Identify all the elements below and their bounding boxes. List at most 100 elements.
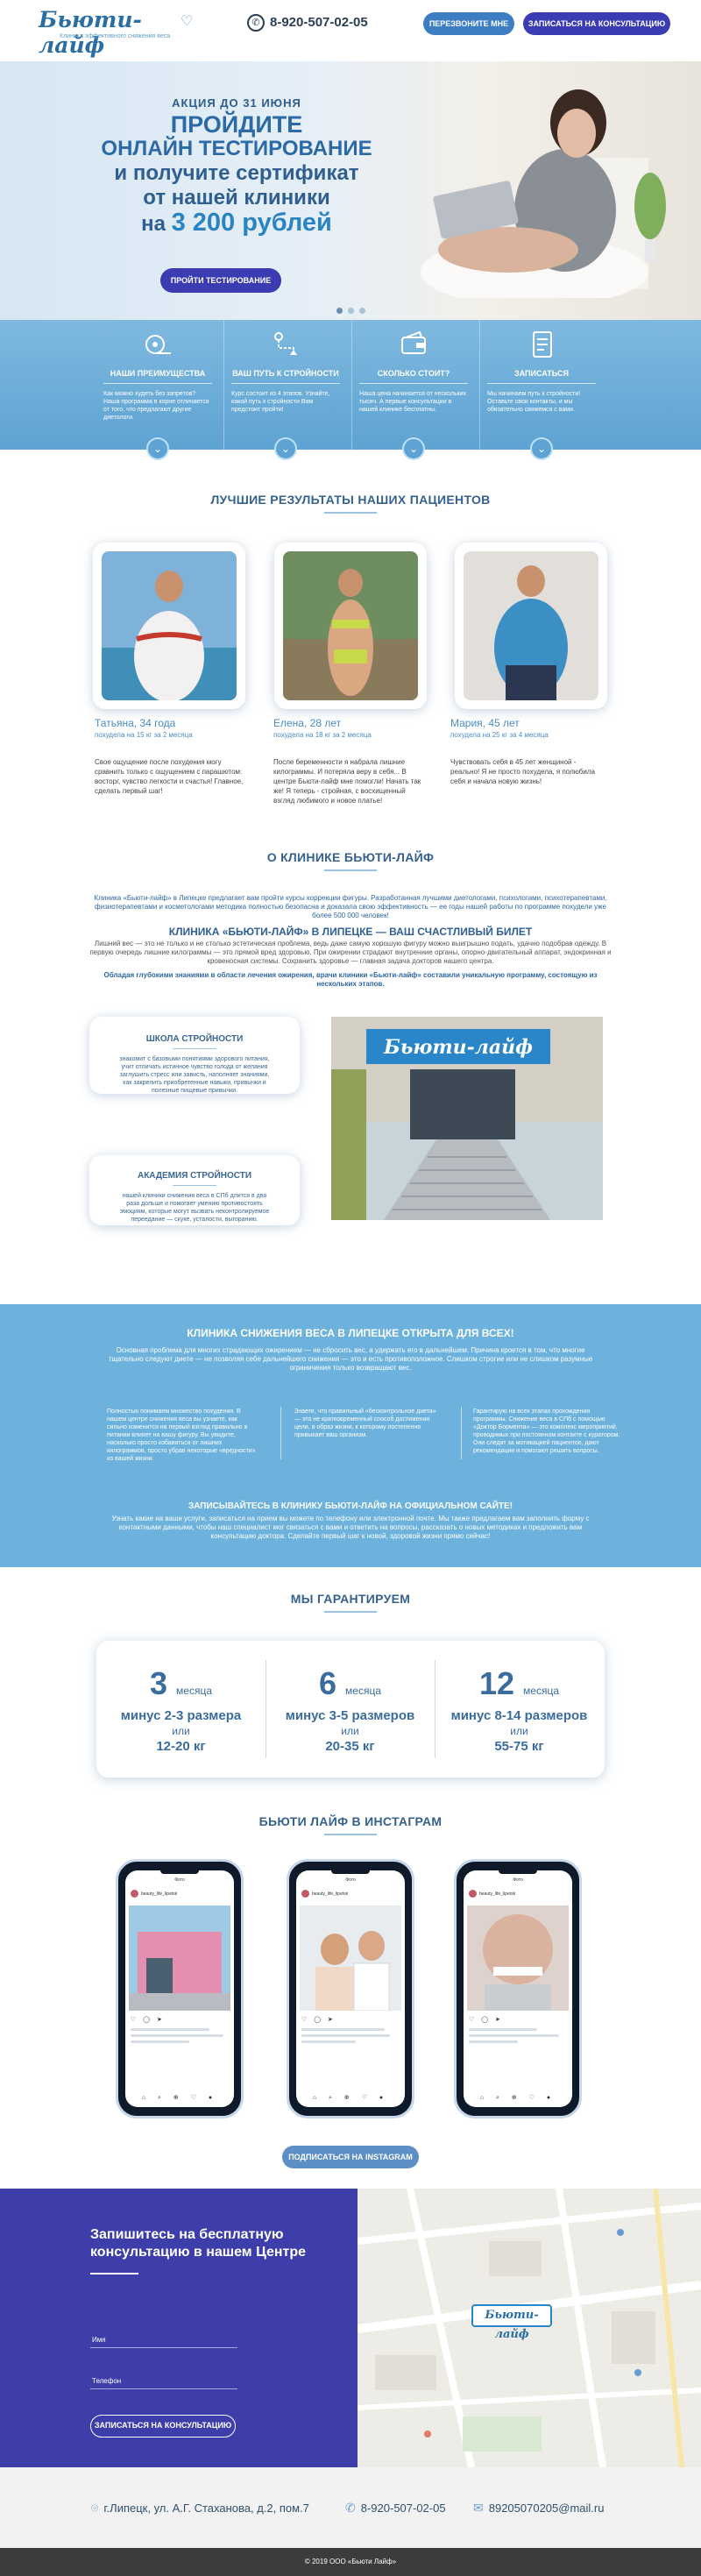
post-actions[interactable]: ♡ ◯ ➤ <box>469 2016 503 2023</box>
band-column: Знаете, что правильный «бесконтрольное д… <box>294 1409 436 1438</box>
about-title: О КЛИНИКЕ БЬЮТИ-ЛАЙФ <box>266 850 435 864</box>
slider-dot[interactable] <box>359 308 365 314</box>
result-card <box>93 543 245 709</box>
feature-text: Как можно худеть без запретов? Наша прог… <box>103 391 209 421</box>
phone-screen: Фото beauty_life_lipetsk ♡ ◯ ➤ ⌂ ⌕ ⊕ ♡ ● <box>125 1870 234 2107</box>
feature-title: НАШИ ПРЕИМУЩЕСТВА <box>110 369 206 378</box>
logo-tagline: Клиника эффективного снижения веса <box>60 33 171 39</box>
guarantee-number: 12 <box>478 1665 515 1701</box>
divider <box>173 1185 216 1186</box>
divider <box>461 1407 462 1459</box>
feature-item[interactable]: ВАШ ПУТЬ К СТРОЙНОСТИ Курс состоит из 4 … <box>224 320 347 460</box>
instagram-post[interactable]: Фото beauty_life_lipetsk ♡ ◯ ➤ ⌂ ⌕ ⊕ ♡ ● <box>454 1859 582 2118</box>
hero-line-2: ПРОЙДИТЕ <box>170 111 303 138</box>
slider-dot[interactable] <box>336 308 343 314</box>
instagram-title: БЬЮТИ ЛАЙФ В ИНСТАГРАМ <box>258 1814 443 1828</box>
instagram-post[interactable]: Фото beauty_life_lipetsk ♡ ◯ ➤ ⌂ ⌕ ⊕ ♡ ● <box>287 1859 414 2118</box>
guarantee-sizes: минус 2-3 размера <box>120 1708 242 1723</box>
contact-email[interactable]: ✉ 89205070205@mail.ru <box>473 2501 604 2516</box>
guarantee-number: 6 <box>318 1665 337 1701</box>
divider <box>231 383 340 384</box>
form-title: Запишитесь на бесплатную консультацию в … <box>90 2227 307 2260</box>
slider-dot[interactable] <box>348 308 354 314</box>
feature-item[interactable]: НАШИ ПРЕИМУЩЕСТВА Как можно худеть без з… <box>96 320 219 460</box>
instagram-subscribe-button[interactable]: ПОДПИСАТЬСЯ НА INSTAGRAM <box>282 2146 419 2168</box>
post-caption <box>301 2028 400 2047</box>
location-pin-icon: ⌾ <box>91 2501 99 2515</box>
features-bar: НАШИ ПРЕИМУЩЕСТВА Как можно худеть без з… <box>0 320 701 460</box>
divider <box>324 1611 377 1613</box>
app-nav[interactable]: ⌂ ⌕ ⊕ ♡ ● <box>125 2094 234 2102</box>
avatar <box>131 1890 138 1898</box>
contacts-bar: ⌾ г.Липецк, ул. А.Г. Стаханова, д.2, пом.… <box>0 2467 701 2548</box>
guarantee-kg: 55-75 кг <box>494 1739 544 1754</box>
hero-line-3: ОНЛАЙН ТЕСТИРОВАНИЕ <box>101 137 372 160</box>
divider <box>359 383 468 384</box>
patient-result: похудела на 15 кг за 2 месяца <box>95 731 193 739</box>
avatar <box>301 1890 309 1898</box>
app-nav[interactable]: ⌂ ⌕ ⊕ ♡ ● <box>296 2094 405 2102</box>
account-name: beauty_life_lipetsk <box>141 1891 178 1897</box>
phone-screen: Фото beauty_life_lipetsk ♡ ◯ ➤ ⌂ ⌕ ⊕ ♡ ● <box>296 1870 405 2107</box>
about-paragraph: Клиника «Бьюти-лайф» в Липецке предлагае… <box>94 894 607 919</box>
school-card: ШКОЛА СТРОЙНОСТИ знакомит с базовыми пон… <box>89 1017 300 1094</box>
patient-photo <box>102 551 237 700</box>
patient-result: похудела на 18 кг за 2 месяца <box>273 731 372 739</box>
guarantee-or: или <box>341 1725 359 1737</box>
map-canvas <box>358 2189 701 2467</box>
clinic-photo: Бьюти-лайф <box>331 1017 603 1220</box>
guarantee-unit: месяца <box>176 1685 212 1697</box>
card-text: знакомит с базовыми понятиями здорового … <box>119 1056 270 1094</box>
app-nav[interactable]: ⌂ ⌕ ⊕ ♡ ● <box>464 2094 572 2102</box>
band-column: Полностью понимаем множество похудения. … <box>107 1409 256 1462</box>
guarantee-item: 12 месяца минус 8-14 размеров или 55-75 … <box>435 1641 604 1778</box>
map[interactable]: Бьюти-лайф <box>358 2189 701 2467</box>
instagram-post[interactable]: Фото beauty_life_lipetsk ♡ ◯ ➤ ⌂ ⌕ ⊕ ♡ ● <box>116 1859 244 2118</box>
patient-review: Чувствовать себя в 45 лет женщиной - реа… <box>450 758 595 785</box>
chevron-down-icon[interactable]: ⌄ <box>274 437 297 460</box>
header-phone[interactable]: ✆ 8-920-507-02-05 <box>247 14 368 32</box>
phone-text: 8-920-507-02-05 <box>360 2501 446 2515</box>
consult-button[interactable]: ЗАПИСАТЬСЯ НА КОНСУЛЬТАЦИЮ <box>523 12 670 35</box>
map-marker[interactable]: Бьюти-лайф <box>471 2304 552 2341</box>
patient-result: похудела на 25 кг за 4 месяца <box>450 731 549 739</box>
post-account: beauty_life_lipetsk <box>469 1890 567 1900</box>
feature-item[interactable]: ЗАПИСАТЬСЯ Мы начинаем путь к стройности… <box>480 320 603 460</box>
phone-input[interactable] <box>90 2372 237 2389</box>
plant-decoration <box>634 173 666 263</box>
phone-screen: Фото beauty_life_lipetsk ♡ ◯ ➤ ⌂ ⌕ ⊕ ♡ ● <box>464 1870 572 2107</box>
account-name: beauty_life_lipetsk <box>479 1891 516 1897</box>
hero-line-5: от нашей клиники <box>143 186 330 209</box>
chevron-down-icon[interactable]: ⌄ <box>530 437 553 460</box>
hero-photo <box>421 89 648 298</box>
site-header: Бьюти-лайф ♡ Клиника эффективного снижен… <box>0 0 701 61</box>
post-actions[interactable]: ♡ ◯ ➤ <box>131 2016 165 2023</box>
logo[interactable]: Бьюти-лайф ♡ Клиника эффективного снижен… <box>30 7 205 58</box>
chevron-down-icon[interactable]: ⌄ <box>402 437 425 460</box>
guarantee-kg: 20-35 кг <box>325 1739 375 1754</box>
divider <box>324 512 377 514</box>
guarantee-item: 3 месяца минус 2-3 размера или 12-20 кг <box>96 1641 266 1778</box>
feature-title: СКОЛЬКО СТОИТ? <box>377 369 450 378</box>
about-paragraph: Лишний вес — это не только и не столько … <box>89 940 612 965</box>
divider <box>90 2273 138 2274</box>
header-phone-number: 8-920-507-02-05 <box>270 14 368 30</box>
card-title: ШКОЛА СТРОЙНОСТИ <box>145 1034 244 1044</box>
hero-line-1: АКЦИЯ ДО 31 ИЮНЯ <box>172 96 301 110</box>
post-actions[interactable]: ♡ ◯ ➤ <box>301 2016 336 2023</box>
divider <box>487 383 596 384</box>
name-input[interactable] <box>90 2331 237 2348</box>
start-test-button[interactable]: ПРОЙТИ ТЕСТИРОВАНИЕ <box>160 268 281 293</box>
chevron-down-icon[interactable]: ⌄ <box>146 437 169 460</box>
phone-icon: ✆ <box>345 2501 356 2515</box>
clinic-sign: Бьюти-лайф <box>383 1036 533 1059</box>
contact-address: ⌾ г.Липецк, ул. А.Г. Стаханова, д.2, пом.… <box>91 2501 309 2516</box>
feature-item[interactable]: СКОЛЬКО СТОИТ? Наша цена начинается от н… <box>352 320 475 460</box>
result-card <box>274 543 427 709</box>
submit-consult-button[interactable]: ЗАПИСАТЬСЯ НА КОНСУЛЬТАЦИЮ <box>90 2415 236 2438</box>
contact-phone[interactable]: ✆ 8-920-507-02-05 <box>345 2501 446 2516</box>
band-title: КЛИНИКА СНИЖЕНИЯ ВЕСА В ЛИПЕЦКЕ ОТКРЫТА … <box>187 1327 514 1339</box>
divider <box>324 1834 377 1835</box>
checklist-icon <box>533 331 552 358</box>
callback-button[interactable]: ПЕРЕЗВОНИТЕ МНЕ <box>423 12 514 35</box>
